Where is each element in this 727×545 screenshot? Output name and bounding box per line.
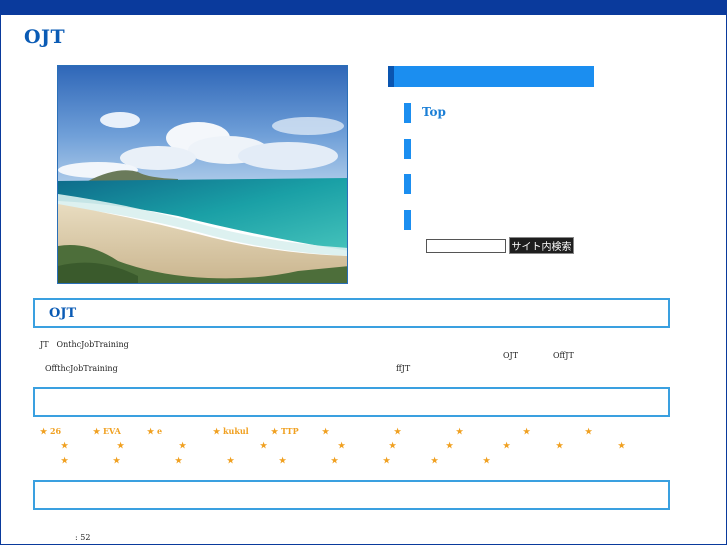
page-frame (0, 0, 727, 545)
